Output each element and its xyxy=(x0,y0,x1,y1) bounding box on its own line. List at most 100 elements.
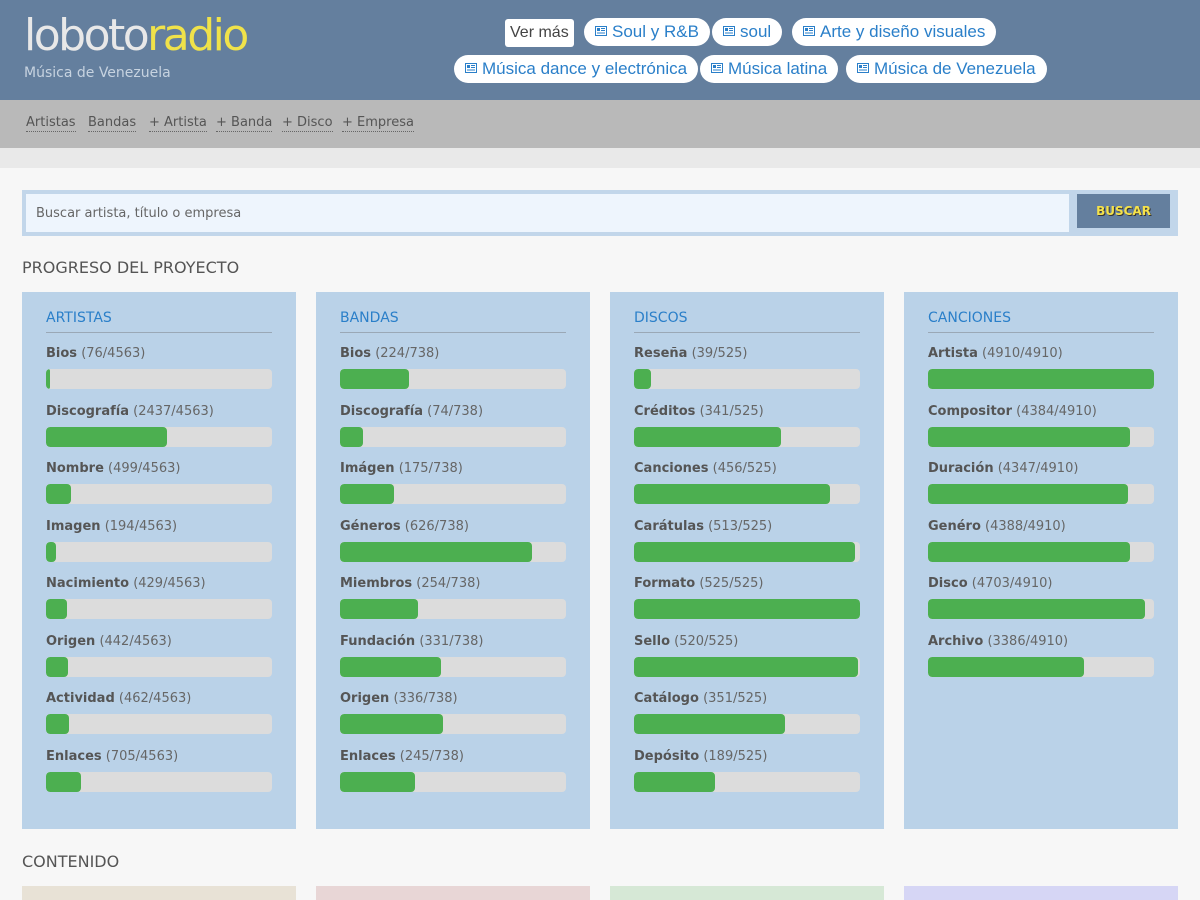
progress-bar-fill xyxy=(340,484,394,504)
tag-pill[interactable]: Música dance y electrónica xyxy=(454,54,699,83)
progress-bar-fill xyxy=(340,369,409,389)
progress-field-name: Sello xyxy=(634,633,671,649)
progress-bar-fill xyxy=(634,714,786,734)
progress-bar-fill xyxy=(634,656,858,677)
tag-pill[interactable]: Soul y R&B xyxy=(584,18,710,46)
progress-bar-fill xyxy=(634,541,855,562)
progress-row-label: Canciones (456/525) xyxy=(634,461,777,476)
progress-row-label: Depósito (189/525) xyxy=(634,749,767,764)
progress-row-label: Imagen (194/4563) xyxy=(46,519,177,534)
progress-field-name: Créditos xyxy=(634,403,696,419)
progress-row-label: Origen (336/738) xyxy=(340,691,458,706)
progress-field-name: Bios xyxy=(340,346,372,361)
progress-bar-fill xyxy=(928,599,1145,619)
nav-link-add-artista[interactable]: + Artista xyxy=(149,115,207,132)
progress-bar xyxy=(634,599,860,619)
progress-bar-fill xyxy=(634,599,860,619)
progress-bar xyxy=(928,369,1154,389)
tag-pill[interactable]: Arte y diseño visuales xyxy=(792,18,997,46)
progress-bar-fill xyxy=(340,426,363,447)
progress-field-name: Enlaces xyxy=(46,748,102,764)
progress-field-name: Catálogo xyxy=(634,691,699,706)
progress-field-name: Enlaces xyxy=(340,748,396,764)
search-button[interactable]: BUSCAR xyxy=(1077,194,1170,228)
progress-field-name: Origen xyxy=(340,691,390,706)
progress-bar xyxy=(340,541,566,562)
progress-bar-fill xyxy=(340,771,416,792)
progress-count: (341/525) xyxy=(699,403,764,419)
progress-row-label: Disco (4703/4910) xyxy=(928,576,1052,591)
progress-bar-fill xyxy=(634,484,831,504)
progress-field-name: Genéro xyxy=(928,518,981,534)
progress-bar-fill xyxy=(928,426,1130,447)
progress-row-label: Bios (224/738) xyxy=(340,346,439,361)
progress-bar-fill xyxy=(46,599,68,619)
progress-bar-fill xyxy=(928,484,1128,504)
progress-field-name: Depósito xyxy=(634,748,700,764)
progress-bar xyxy=(46,771,272,792)
progress-bar-fill xyxy=(340,599,418,619)
site-logo[interactable]: lobotoradio xyxy=(24,10,249,62)
newspaper-icon xyxy=(465,54,477,82)
nav-link-add-empresa[interactable]: + Empresa xyxy=(342,115,414,132)
progress-count: (520/525) xyxy=(674,633,739,649)
search-input[interactable] xyxy=(26,194,1069,232)
progress-bar-fill xyxy=(340,656,442,677)
progress-card-canciones: CANCIONES Artista (4910/4910) Compositor (… xyxy=(904,292,1178,829)
progress-field-name: Fundación xyxy=(340,633,416,649)
nav-link-bandas[interactable]: Bandas xyxy=(88,115,137,132)
progress-count: (189/525) xyxy=(703,748,768,764)
progress-bar xyxy=(634,484,860,504)
progress-field-name: Origen xyxy=(46,633,96,649)
progress-row-label: Miembros (254/738) xyxy=(340,576,480,591)
progress-bar-fill xyxy=(46,714,69,734)
progress-card-artistas: ARTISTAS Bios (76/4563) Discografía (2437/… xyxy=(22,292,296,829)
tag-pill[interactable]: soul xyxy=(712,18,783,46)
content-box-3[interactable] xyxy=(610,886,884,900)
progress-count: (4347/4910) xyxy=(997,461,1079,476)
content-box-2[interactable] xyxy=(316,886,590,900)
tag-pill[interactable]: Música latina xyxy=(700,55,839,83)
progress-field-name: Imagen xyxy=(46,518,101,534)
progress-bar xyxy=(928,484,1154,504)
progress-bar-fill xyxy=(928,541,1131,562)
progress-bar-fill xyxy=(340,714,443,734)
progress-bar xyxy=(340,656,566,677)
progress-count: (245/738) xyxy=(399,748,464,764)
nav-link-add-banda[interactable]: + Banda xyxy=(216,115,273,132)
site-tagline: Música de Venezuela xyxy=(24,65,171,81)
progress-card-title: CANCIONES xyxy=(928,310,1154,333)
tag-pill[interactable]: Música de Venezuela xyxy=(846,55,1047,83)
progress-bar xyxy=(634,369,860,389)
progress-bar xyxy=(46,599,272,619)
progress-count: (4703/4910) xyxy=(971,576,1053,591)
nav-shadow xyxy=(0,148,1200,168)
progress-bar-fill xyxy=(46,369,51,389)
progress-bar xyxy=(340,771,566,792)
progress-field-name: Archivo xyxy=(928,633,984,649)
progress-field-name: Compositor xyxy=(928,403,1013,419)
progress-count: (442/4563) xyxy=(99,633,172,649)
progress-row-label: Créditos (341/525) xyxy=(634,404,764,419)
progress-bar xyxy=(46,541,272,562)
progress-card-discos: DISCOS Reseña (39/525) Créditos (341/525) C… xyxy=(610,292,884,829)
progress-bar xyxy=(46,714,272,734)
progress-field-name: Discografía xyxy=(46,403,129,419)
progress-card-title: ARTISTAS xyxy=(46,310,272,333)
progress-bar xyxy=(928,426,1154,447)
nav-link-add-disco[interactable]: + Disco xyxy=(282,115,333,132)
tag-pill-label: Soul y R&B xyxy=(612,22,699,41)
progress-count: (254/738) xyxy=(416,576,481,591)
progress-bar xyxy=(46,369,272,389)
content-box-1[interactable] xyxy=(22,886,296,900)
progress-bar-fill xyxy=(340,541,532,562)
content-box-4[interactable] xyxy=(904,886,1178,900)
progress-bar xyxy=(340,369,566,389)
progress-row-label: Enlaces (245/738) xyxy=(340,749,464,764)
ver-mas-label: Ver más xyxy=(505,19,574,47)
progress-count: (194/4563) xyxy=(104,518,178,534)
nav-link-artistas[interactable]: Artistas xyxy=(26,115,76,132)
progress-field-name: Reseña xyxy=(634,346,688,361)
progress-section-title: PROGRESO DEL PROYECTO xyxy=(22,258,240,277)
tag-pill-label: Música de Venezuela xyxy=(874,59,1036,78)
